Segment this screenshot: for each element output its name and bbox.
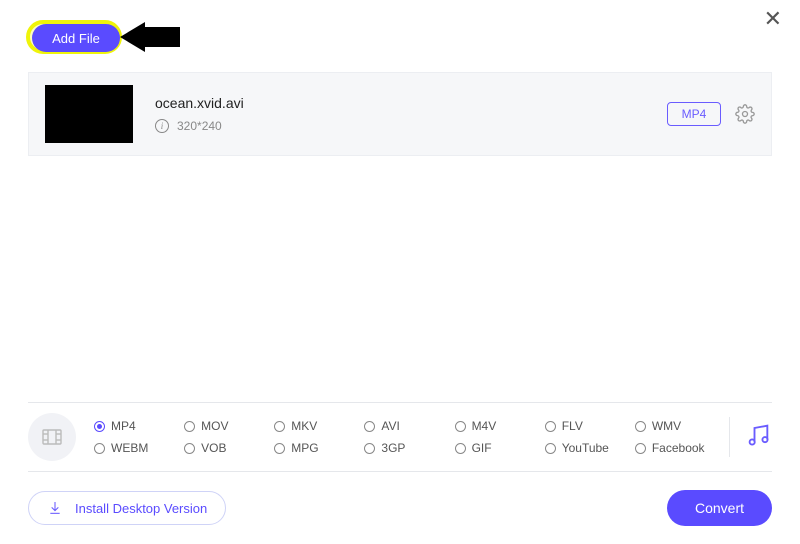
format-label: Facebook (652, 441, 705, 455)
info-icon[interactable]: i (155, 119, 169, 133)
format-label: 3GP (381, 441, 405, 455)
radio-icon (184, 443, 195, 454)
radio-icon (184, 421, 195, 432)
format-option-flv[interactable]: FLV (545, 419, 631, 433)
add-file-button[interactable]: Add File (32, 24, 120, 52)
radio-icon (274, 421, 285, 432)
format-label: VOB (201, 441, 226, 455)
format-label: GIF (472, 441, 492, 455)
radio-icon (635, 421, 646, 432)
settings-gear-icon[interactable] (735, 104, 755, 124)
arrow-annotation (120, 22, 180, 52)
format-option-mkv[interactable]: MKV (274, 419, 360, 433)
format-label: MPG (291, 441, 318, 455)
video-tab-icon[interactable] (28, 413, 76, 461)
format-option-3gp[interactable]: 3GP (364, 441, 450, 455)
install-label: Install Desktop Version (75, 501, 207, 516)
format-label: WMV (652, 419, 681, 433)
audio-tab-icon[interactable] (744, 421, 772, 454)
format-option-mov[interactable]: MOV (184, 419, 270, 433)
format-label: M4V (472, 419, 497, 433)
radio-icon (94, 443, 105, 454)
format-grid: MP4 MOV MKV AVI M4V FLV WMV WEBM VOB MPG 3GP GIF You… (94, 419, 721, 455)
divider (729, 417, 730, 457)
file-name: ocean.xvid.avi (155, 95, 667, 111)
format-option-gif[interactable]: GIF (455, 441, 541, 455)
format-label: AVI (381, 419, 399, 433)
format-label: FLV (562, 419, 583, 433)
format-option-mp4[interactable]: MP4 (94, 419, 180, 433)
format-label: YouTube (562, 441, 609, 455)
radio-icon (455, 421, 466, 432)
format-panel: MP4 MOV MKV AVI M4V FLV WMV WEBM VOB MPG 3GP GIF You… (28, 402, 772, 472)
install-desktop-button[interactable]: Install Desktop Version (28, 491, 226, 525)
format-option-youtube[interactable]: YouTube (545, 441, 631, 455)
format-option-mpg[interactable]: MPG (274, 441, 360, 455)
radio-icon (545, 443, 556, 454)
footer: Install Desktop Version Convert (28, 490, 772, 526)
video-thumbnail[interactable] (45, 85, 133, 143)
radio-icon (94, 421, 105, 432)
radio-icon (635, 443, 646, 454)
format-label: WEBM (111, 441, 148, 455)
format-label: MKV (291, 419, 317, 433)
radio-icon (455, 443, 466, 454)
format-option-facebook[interactable]: Facebook (635, 441, 721, 455)
radio-icon (274, 443, 285, 454)
format-option-vob[interactable]: VOB (184, 441, 270, 455)
format-option-avi[interactable]: AVI (364, 419, 450, 433)
radio-icon (364, 421, 375, 432)
convert-button[interactable]: Convert (667, 490, 772, 526)
file-meta: ocean.xvid.avi i 320*240 (155, 95, 667, 133)
radio-icon (545, 421, 556, 432)
file-row: ocean.xvid.avi i 320*240 MP4 (28, 72, 772, 156)
format-label: MOV (201, 419, 228, 433)
file-resolution: 320*240 (177, 119, 222, 133)
format-option-wmv[interactable]: WMV (635, 419, 721, 433)
radio-icon (364, 443, 375, 454)
format-badge[interactable]: MP4 (667, 102, 721, 126)
format-option-m4v[interactable]: M4V (455, 419, 541, 433)
format-label: MP4 (111, 419, 136, 433)
format-option-webm[interactable]: WEBM (94, 441, 180, 455)
toolbar: Add File (0, 0, 800, 72)
download-icon (47, 500, 63, 516)
